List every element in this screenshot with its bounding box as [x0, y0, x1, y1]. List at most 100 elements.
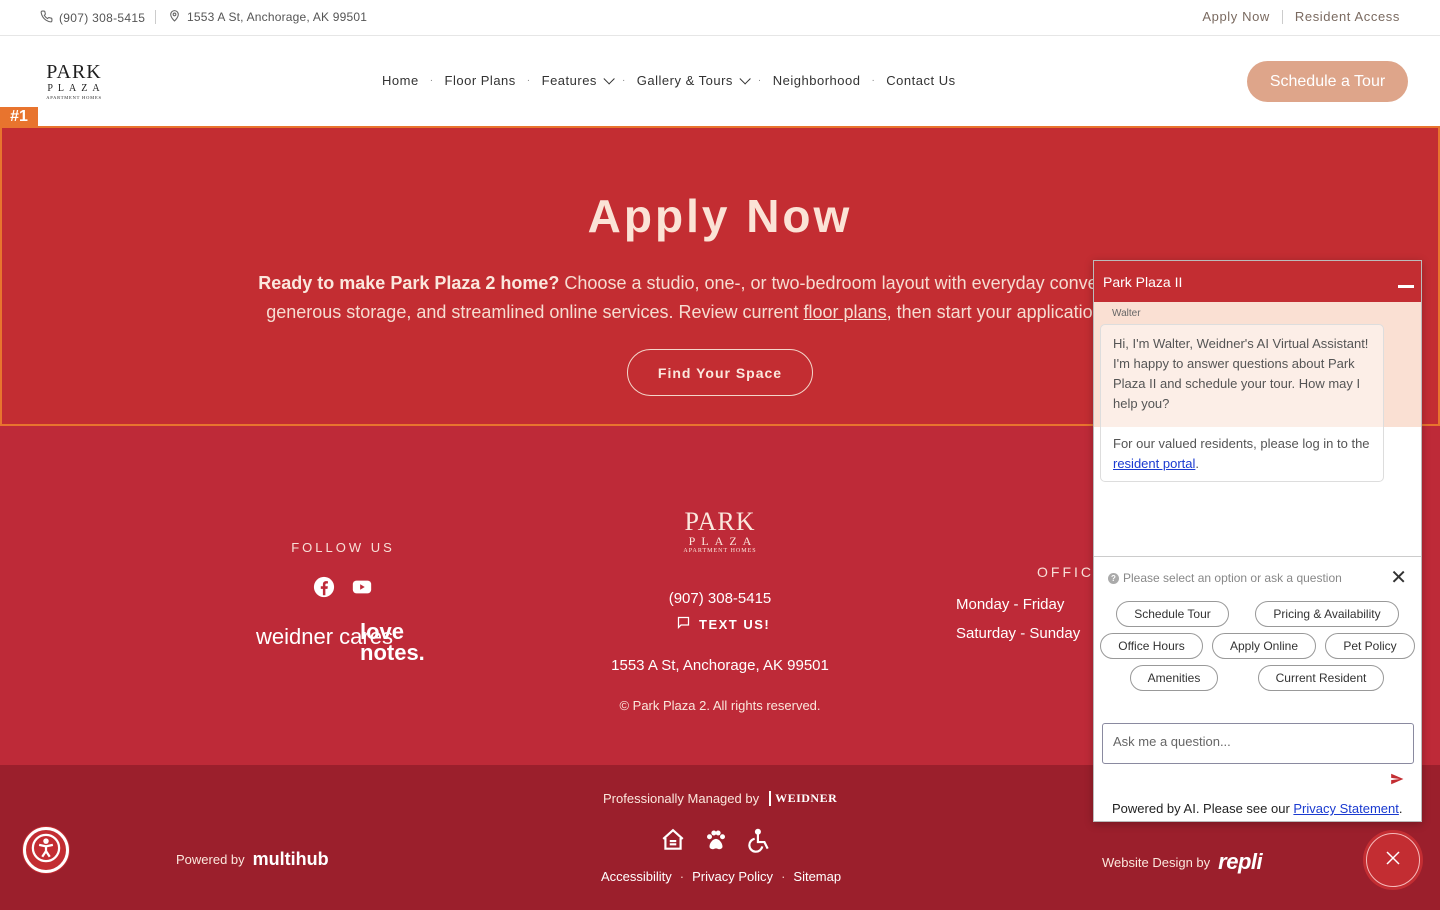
- social-links: [313, 576, 373, 598]
- top-right-links: Apply Now Resident Access: [1202, 9, 1400, 24]
- agent-message-1: Hi, I'm Walter, Weidner's AI Virtual Ass…: [1113, 336, 1369, 411]
- close-icon: [1384, 849, 1402, 872]
- compliance-icons: [660, 827, 772, 860]
- agent-message-2: For our valued residents, please log in …: [1113, 434, 1371, 474]
- footer-logo: PARK PLAZA APARTMENT HOMES: [680, 509, 760, 555]
- love-notes-line-2: notes.: [360, 640, 425, 665]
- option-current-resident[interactable]: Current Resident: [1258, 665, 1384, 691]
- youtube-icon[interactable]: [351, 576, 373, 598]
- powered-by: Powered by multihub: [176, 849, 329, 870]
- sitemap-link[interactable]: Sitemap: [793, 869, 841, 884]
- option-amenities[interactable]: Amenities: [1130, 665, 1218, 691]
- accessibility-widget-button[interactable]: [23, 827, 69, 873]
- pet-friendly-icon: [702, 827, 730, 860]
- options-prompt: ? Please select an option or ask a quest…: [1108, 571, 1342, 585]
- logo-line-1: PARK: [46, 61, 102, 83]
- main-nav: Home · Floor Plans · Features · Gallery …: [382, 73, 956, 88]
- agent-message-2-prefix: For our valued residents, please log in …: [1113, 436, 1370, 451]
- nav-separator: ·: [429, 75, 434, 86]
- top-phone-link[interactable]: (907) 308-5415: [40, 10, 145, 26]
- options-prompt-text: Please select an option or ask a questio…: [1123, 571, 1342, 585]
- agent-message-2-suffix: .: [1195, 456, 1200, 471]
- option-office-hours[interactable]: Office Hours: [1100, 633, 1203, 659]
- privacy-statement-link[interactable]: Privacy Statement: [1293, 801, 1399, 816]
- link-separator: ·: [679, 869, 685, 884]
- footer-phone-link[interactable]: (907) 308-5415: [560, 590, 880, 607]
- top-right-divider: [1281, 9, 1283, 24]
- nav-features[interactable]: Features: [541, 73, 615, 88]
- managed-by: Professionally Managed by WEIDNER: [603, 791, 837, 806]
- footer-address[interactable]: 1553 A St, Anchorage, AK 99501: [560, 657, 880, 674]
- nav-gallery-tours-label: Gallery & Tours: [636, 73, 733, 88]
- link-separator: ·: [781, 869, 786, 884]
- chat-toggle-button[interactable]: [1366, 833, 1420, 887]
- close-options-icon[interactable]: ✕: [1390, 565, 1407, 590]
- logo-line-3: APARTMENT HOMES: [46, 95, 102, 100]
- nav-separator: ·: [621, 75, 626, 86]
- nav-features-label: Features: [541, 73, 597, 88]
- website-design-label: Website Design by: [1102, 854, 1211, 870]
- legal-links: Accessibility · Privacy Policy · Sitemap: [601, 869, 841, 884]
- chat-header: Park Plaza II: [1094, 261, 1421, 302]
- nav-neighborhood[interactable]: Neighborhood: [773, 73, 861, 88]
- resident-access-link[interactable]: Resident Access: [1295, 9, 1400, 24]
- chevron-down-icon: [739, 73, 751, 85]
- chat-bubble-icon: [676, 615, 691, 633]
- footer-logo-line-2: PLAZA: [688, 534, 758, 548]
- option-schedule-tour[interactable]: Schedule Tour: [1116, 601, 1229, 627]
- text-us-link[interactable]: TEXT US!: [676, 615, 770, 633]
- quick-options: ? Please select an option or ask a quest…: [1094, 556, 1421, 714]
- weidner-logo[interactable]: WEIDNER: [769, 791, 837, 806]
- disclaimer-suffix: .: [1398, 801, 1403, 816]
- find-your-space-button[interactable]: Find Your Space: [627, 349, 813, 396]
- chat-input[interactable]: Ask me a question...: [1102, 723, 1414, 764]
- apply-now-link[interactable]: Apply Now: [1202, 9, 1270, 24]
- office-hours-weekday: Monday - Friday: [956, 596, 1065, 613]
- top-address-link[interactable]: 1553 A St, Anchorage, AK 99501: [168, 9, 367, 25]
- nav-floor-plans[interactable]: Floor Plans: [445, 73, 516, 88]
- equal-housing-icon: [660, 827, 686, 860]
- option-pricing-availability[interactable]: Pricing & Availability: [1255, 601, 1399, 627]
- nav-separator: ·: [757, 75, 762, 86]
- wheelchair-accessible-icon: [746, 827, 772, 860]
- option-pet-policy[interactable]: Pet Policy: [1325, 633, 1415, 659]
- text-us-label: TEXT US!: [699, 616, 771, 632]
- nav-gallery-tours[interactable]: Gallery & Tours: [636, 73, 751, 88]
- help-icon: ?: [1108, 572, 1119, 584]
- nav-home[interactable]: Home: [382, 73, 419, 88]
- managed-by-label: Professionally Managed by: [603, 791, 760, 806]
- repli-logo[interactable]: repli: [1218, 849, 1262, 875]
- schedule-tour-button[interactable]: Schedule a Tour: [1247, 61, 1408, 102]
- top-utility-bar: (907) 308-5415 1553 A St, Anchorage, AK …: [0, 0, 1440, 36]
- nav-contact-us[interactable]: Contact Us: [886, 73, 955, 88]
- chat-title: Park Plaza II: [1103, 274, 1183, 290]
- phone-icon: [40, 10, 53, 26]
- page-title: Apply Now: [587, 190, 853, 242]
- send-icon[interactable]: [1390, 772, 1404, 791]
- minimize-icon[interactable]: [1398, 285, 1414, 288]
- multihub-logo[interactable]: multihub: [253, 849, 329, 870]
- accessibility-icon: [31, 833, 61, 868]
- hero-lead-text-1: Choose a studio, one-, or two-bedroom la…: [559, 273, 1182, 293]
- chat-disclaimer: Powered by AI. Please see our Privacy St…: [1112, 801, 1403, 816]
- privacy-policy-link[interactable]: Privacy Policy: [692, 869, 773, 884]
- site-logo[interactable]: PARK PLAZA APARTMENT HOMES: [42, 62, 106, 101]
- copyright: © Park Plaza 2. All rights reserved.: [619, 698, 821, 713]
- chevron-down-icon: [603, 73, 615, 85]
- resident-portal-link[interactable]: resident portal: [1113, 456, 1195, 471]
- office-hours-weekend: Saturday - Sunday: [956, 625, 1081, 642]
- chat-messages: Walter Hi, I'm Walter, Weidner's AI Virt…: [1094, 302, 1421, 556]
- love-notes-line-1: love: [360, 619, 405, 644]
- annotation-tag: #1: [0, 107, 38, 127]
- top-divider: [155, 10, 156, 24]
- facebook-icon[interactable]: [313, 576, 335, 598]
- nav-separator: ·: [526, 75, 531, 86]
- disclaimer-prefix: Powered by AI. Please see our: [1112, 801, 1294, 816]
- site-header: PARK PLAZA APARTMENT HOMES Home · Floor …: [0, 37, 1440, 125]
- floor-plans-link[interactable]: floor plans: [804, 302, 887, 322]
- option-apply-online[interactable]: Apply Online: [1212, 633, 1316, 659]
- powered-by-label: Powered by: [176, 852, 245, 867]
- footer-logo-line-3: APARTMENT HOMES: [683, 548, 757, 554]
- love-notes-logo[interactable]: love notes.: [360, 619, 425, 665]
- accessibility-link[interactable]: Accessibility: [601, 869, 672, 884]
